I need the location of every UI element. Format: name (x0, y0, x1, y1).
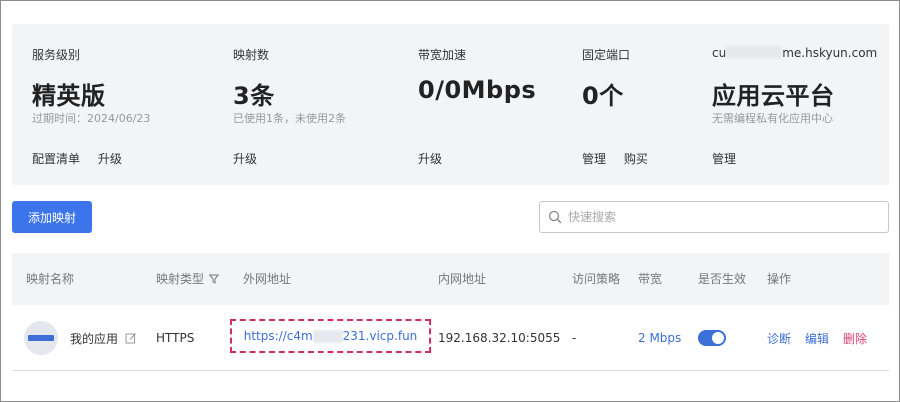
cloud-domain-prefix: cu (712, 46, 727, 60)
port-actions: 管理 购买 (582, 150, 662, 167)
search-box[interactable] (539, 201, 889, 233)
port-manage-link[interactable]: 管理 (582, 152, 606, 166)
mapping-name: 我的应用 (70, 331, 119, 346)
enabled-toggle[interactable] (698, 330, 726, 346)
access-policy: - (572, 331, 577, 345)
masked-text (726, 46, 783, 58)
summary-panel: 服务级别 精英版 过期时间：2024/06/23 配置清单 升级 映射数 3条 … (12, 24, 889, 185)
external-address-prefix: https://c4m (243, 329, 313, 343)
edit-name-icon[interactable] (125, 332, 137, 344)
enabled-cell (698, 305, 726, 371)
search-icon (548, 210, 562, 224)
expire-time: 过期时间：2024/06/23 (32, 112, 151, 125)
filter-icon[interactable] (209, 274, 220, 284)
service-upgrade-link[interactable]: 升级 (98, 152, 122, 166)
external-address-link[interactable]: https://c4m 231.vicp.fun (230, 319, 431, 353)
col-type-label: 映射类型 (156, 272, 205, 286)
bandwidth-upgrade-link[interactable]: 升级 (418, 152, 442, 166)
cloud-domain-suffix: me.hskyun.com (782, 46, 878, 60)
col-external: 外网地址 (243, 272, 292, 286)
table-header: 映射名称 映射类型 外网地址 内网地址 访问策略 带宽 是否生效 操作 (12, 253, 889, 305)
config-list-link[interactable]: 配置清单 (32, 152, 80, 166)
table-row: 我的应用 HTTPS https://c4m 231.vicp.fun 192.1… (12, 305, 889, 371)
cloud-manage-link[interactable]: 管理 (712, 152, 736, 166)
bandwidth-actions: 升级 (418, 150, 456, 167)
bandwidth-value: 0/0Mbps (418, 76, 537, 104)
mapping-actions: 升级 (233, 150, 271, 167)
service-level-label: 服务级别 (32, 48, 81, 62)
cloud-domain: cu me.hskyun.com (712, 46, 877, 60)
cloud-platform-value: 应用云平台 (712, 82, 835, 110)
edit-button[interactable]: 编辑 (805, 330, 829, 347)
col-type[interactable]: 映射类型 (156, 253, 220, 305)
service-level-value: 精英版 (32, 82, 106, 110)
mapping-upgrade-link[interactable]: 升级 (233, 152, 257, 166)
fixed-port-label: 固定端口 (582, 48, 631, 62)
col-name: 映射名称 (26, 272, 75, 286)
search-input[interactable] (568, 203, 888, 231)
bandwidth-label: 带宽加速 (418, 48, 467, 62)
col-enabled: 是否生效 (698, 272, 747, 286)
mapping-usage: 已使用1条，未使用2条 (233, 112, 346, 125)
mapping-type: HTTPS (156, 331, 195, 345)
cloud-actions: 管理 (712, 150, 750, 167)
col-policy: 访问策略 (572, 272, 621, 286)
app-avatar (24, 321, 58, 355)
port-buy-link[interactable]: 购买 (624, 152, 648, 166)
mapping-name-cell: 我的应用 (70, 305, 137, 371)
mapping-count-label: 映射数 (233, 48, 270, 62)
fixed-port-value: 0个 (582, 82, 624, 110)
app-avatar-bar (28, 335, 54, 341)
delete-button[interactable]: 删除 (843, 330, 867, 347)
col-internal: 内网地址 (438, 272, 487, 286)
ops-cell: 诊断 编辑 删除 (767, 305, 867, 371)
internal-address: 192.168.32.10:5055 (438, 331, 561, 345)
service-actions: 配置清单 升级 (32, 150, 136, 167)
mapping-count-value: 3条 (233, 82, 275, 110)
external-address-suffix: 231.vicp.fun (342, 329, 418, 343)
col-ops: 操作 (767, 272, 792, 286)
col-bandwidth: 带宽 (638, 272, 663, 286)
bandwidth-link[interactable]: 2 Mbps (638, 305, 681, 371)
cloud-platform-desc: 无需编程私有化应用中心 (712, 112, 833, 125)
diagnose-button[interactable]: 诊断 (767, 330, 791, 347)
masked-address (312, 329, 343, 343)
add-mapping-button[interactable]: 添加映射 (12, 201, 92, 233)
